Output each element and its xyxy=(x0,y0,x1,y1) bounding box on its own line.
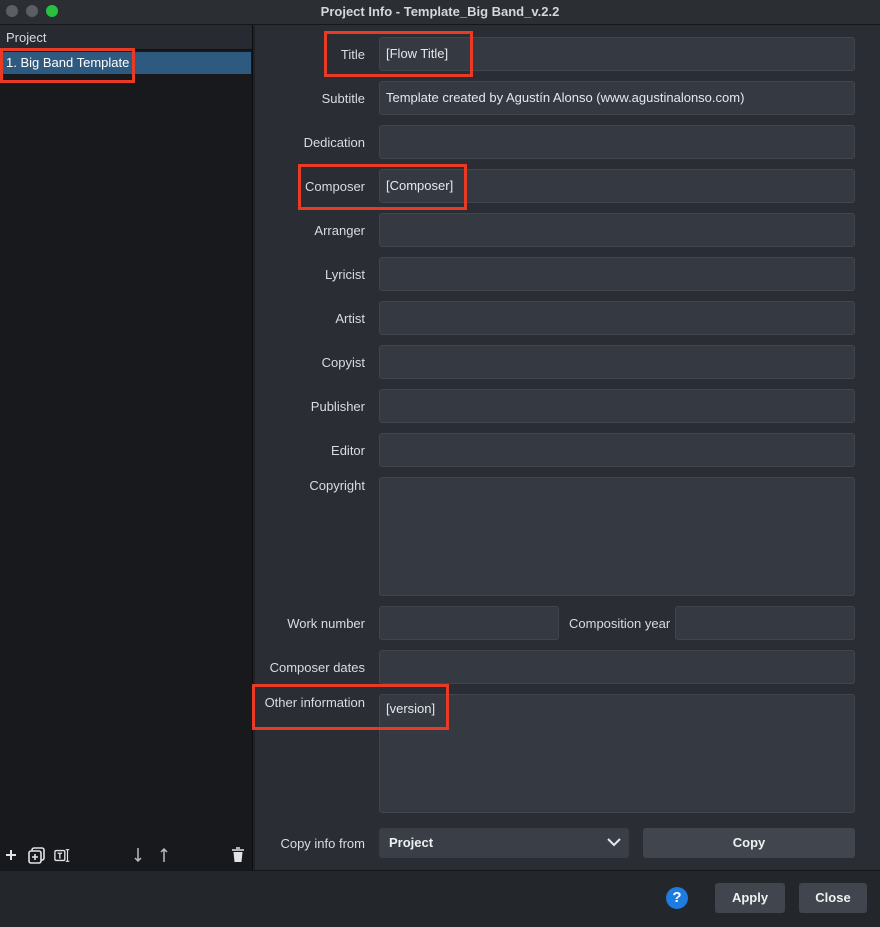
title-bar: Project Info - Template_Big Band_v.2.2 xyxy=(0,0,880,25)
move-down-icon xyxy=(134,848,142,863)
sidebar-item-label: 1. Big Band Template xyxy=(6,55,130,70)
editor-field[interactable] xyxy=(379,433,855,467)
copy-info-source-value: Project xyxy=(389,835,434,850)
help-icon[interactable]: ? xyxy=(666,887,688,909)
trash-icon xyxy=(232,847,244,862)
lyricist-label: Lyricist xyxy=(325,267,365,282)
composition-year-field[interactable] xyxy=(675,606,855,640)
work-number-field[interactable] xyxy=(379,606,559,640)
copy-info-source-select[interactable]: Project xyxy=(379,828,629,858)
composer-dates-label: Composer dates xyxy=(269,660,365,675)
title-label: Title xyxy=(340,47,365,62)
work-number-label: Work number xyxy=(287,616,365,631)
duplicate-icon xyxy=(27,846,45,864)
subtitle-field[interactable]: Template created by Agustín Alonso (www.… xyxy=(379,81,855,115)
artist-label: Artist xyxy=(335,311,365,326)
move-up-button[interactable] xyxy=(155,846,173,864)
add-flow-button[interactable] xyxy=(2,846,20,864)
artist-field[interactable] xyxy=(379,301,855,335)
move-up-icon xyxy=(160,847,168,862)
dedication-label: Dedication xyxy=(303,135,365,150)
project-info-form: Title [Flow Title] Subtitle Template cre… xyxy=(255,25,880,870)
title-field[interactable]: [Flow Title] xyxy=(379,37,855,71)
copy-button[interactable]: Copy xyxy=(643,828,855,858)
plus-icon xyxy=(6,850,16,860)
arranger-field[interactable] xyxy=(379,213,855,247)
sidebar-header: Project xyxy=(0,25,252,50)
copy-info-from-label: Copy info from xyxy=(280,836,365,851)
composition-year-label: Composition year xyxy=(569,616,671,631)
other-information-label: Other information xyxy=(264,695,365,710)
publisher-label: Publisher xyxy=(310,399,365,414)
copyist-field[interactable] xyxy=(379,345,855,379)
arranger-label: Arranger xyxy=(314,223,365,238)
sidebar-item-big-band-template[interactable]: 1. Big Band Template xyxy=(0,52,251,74)
composer-dates-field[interactable] xyxy=(379,650,855,684)
close-button[interactable]: Close xyxy=(799,883,867,913)
chevron-down-icon xyxy=(607,838,621,847)
rename-flow-button[interactable] xyxy=(54,846,72,864)
composer-field[interactable]: [Composer] xyxy=(379,169,855,203)
duplicate-flow-button[interactable] xyxy=(27,846,45,864)
copyright-label: Copyright xyxy=(309,478,365,493)
move-down-button[interactable] xyxy=(129,846,147,864)
window-title: Project Info - Template_Big Band_v.2.2 xyxy=(320,4,560,19)
copyright-field[interactable] xyxy=(379,477,855,596)
lyricist-field[interactable] xyxy=(379,257,855,291)
dedication-field[interactable] xyxy=(379,125,855,159)
copyist-label: Copyist xyxy=(321,355,365,370)
sidebar-toolbar xyxy=(0,840,252,870)
composer-label: Composer xyxy=(305,179,365,194)
delete-flow-button[interactable] xyxy=(229,846,247,864)
subtitle-label: Subtitle xyxy=(321,91,365,106)
dialog-footer: ? Apply Close xyxy=(0,870,880,927)
flows-sidebar: Project 1. Big Band Template xyxy=(0,25,253,870)
editor-label: Editor xyxy=(331,443,365,458)
publisher-field[interactable] xyxy=(379,389,855,423)
rename-icon xyxy=(54,848,70,862)
other-information-field[interactable]: [version] xyxy=(379,694,855,813)
apply-button[interactable]: Apply xyxy=(715,883,785,913)
